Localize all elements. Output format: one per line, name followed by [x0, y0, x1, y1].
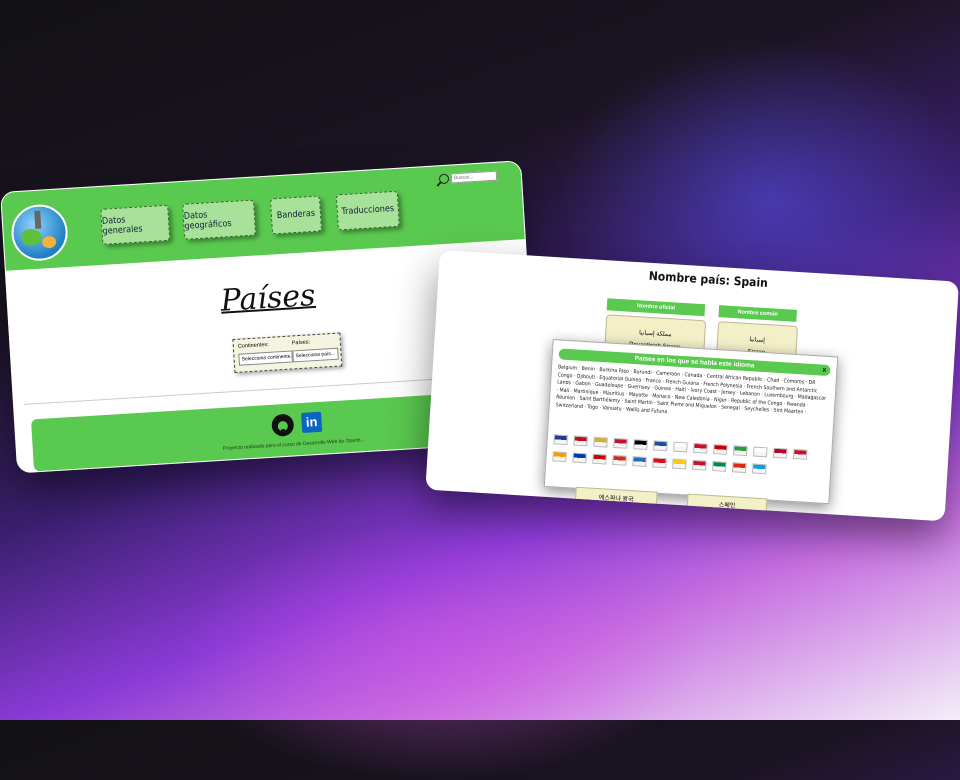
country-select[interactable]: Selecciona país...	[292, 347, 339, 363]
flag-icon[interactable]	[731, 462, 747, 474]
flag-icon[interactable]	[692, 459, 707, 471]
filter-panel: Continentes: Países: Selecciona continen…	[232, 332, 343, 374]
nav-flags[interactable]: Banderas	[269, 195, 323, 235]
github-icon[interactable]	[271, 413, 295, 437]
translation-card-left: 에스파냐 왕국	[574, 486, 658, 512]
search-input[interactable]	[450, 170, 498, 184]
common-native-name: إسبانيا	[749, 337, 766, 344]
flag-icon[interactable]	[672, 458, 687, 470]
countries-list: Belgium · Benin · Burkina Faso · Burundi…	[555, 364, 827, 417]
flag-icon[interactable]	[653, 440, 668, 452]
search-icon[interactable]	[438, 173, 450, 185]
flag-icon[interactable]	[572, 452, 587, 464]
common-name-header: Nombre común	[718, 305, 798, 322]
country-label: Países:	[291, 339, 311, 347]
language-countries-modal: Países en los que se habla este idioma x…	[543, 339, 839, 505]
search-bar	[438, 170, 498, 185]
flag-icon[interactable]	[713, 444, 728, 455]
flag-icon[interactable]	[632, 456, 647, 467]
country-name-title: Nombre país: Spain	[648, 268, 769, 291]
globe-logo[interactable]	[9, 203, 70, 263]
official-native-name: مملكة إسبانيا	[638, 330, 672, 339]
nav-general-data[interactable]: Datos generales	[100, 204, 171, 245]
flag-icon[interactable]	[673, 441, 688, 453]
flag-icon[interactable]	[612, 454, 627, 466]
official-name-header: Nombre oficial	[606, 298, 706, 317]
nav-geographic-data[interactable]: Datos geográficos	[182, 199, 257, 240]
nav-translations[interactable]: Traducciones	[335, 190, 400, 231]
footer-credits: Proyecto realizado para el curso de Desa…	[222, 437, 365, 452]
close-icon[interactable]: x	[822, 365, 827, 376]
linkedin-icon[interactable]: in	[301, 411, 323, 433]
flag-icon[interactable]	[752, 446, 768, 458]
flag-icon[interactable]	[552, 451, 567, 463]
flag-icon[interactable]	[652, 457, 667, 469]
flag-icon[interactable]	[733, 445, 748, 457]
continent-select[interactable]: Selecciona continente...	[238, 350, 293, 366]
country-detail-window: Nombre país: Spain Nombre oficial Nombre…	[425, 250, 960, 522]
flag-icon[interactable]	[751, 463, 767, 475]
flag-icon[interactable]	[792, 448, 808, 460]
continent-label: Continentes:	[237, 341, 269, 350]
flag-icon[interactable]	[553, 434, 568, 446]
flag-icon[interactable]	[593, 436, 608, 448]
translation-card-right: 스페인	[686, 493, 768, 519]
flag-icon[interactable]	[633, 439, 648, 451]
flag-icon[interactable]	[573, 435, 588, 447]
flag-grid	[552, 434, 825, 478]
flag-icon[interactable]	[772, 447, 788, 459]
flag-icon[interactable]	[693, 442, 708, 454]
flag-icon[interactable]	[613, 437, 628, 449]
flag-icon[interactable]	[712, 461, 727, 472]
flag-icon[interactable]	[592, 453, 607, 465]
